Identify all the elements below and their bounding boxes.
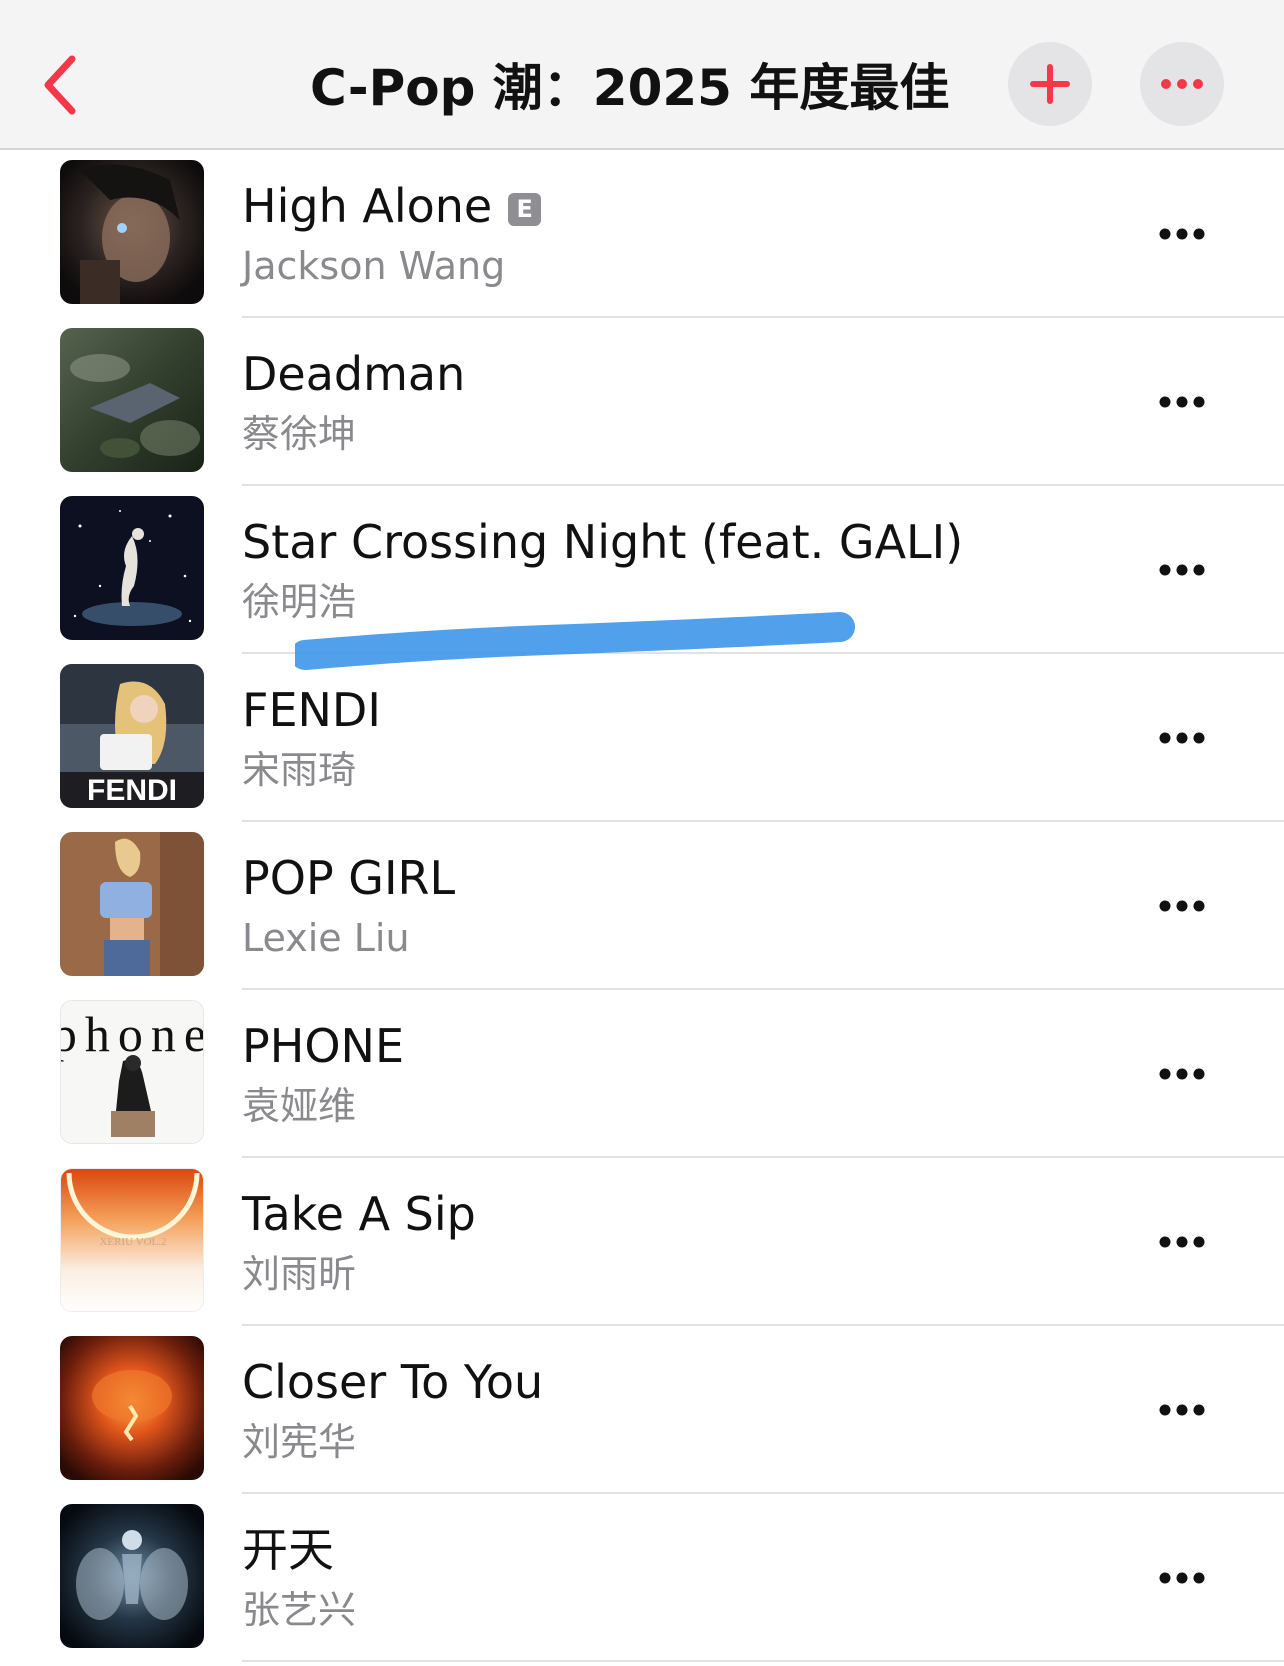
track-title: Deadman [242, 347, 466, 401]
track-artist: Jackson Wang [242, 244, 506, 288]
track-more-button[interactable] [1150, 884, 1214, 928]
artwork-label: phone [61, 1006, 204, 1062]
ellipsis-icon [1159, 1404, 1205, 1416]
track-title: 开天 [242, 1523, 334, 1577]
album-artwork [60, 160, 204, 304]
track-artist: 刘宪华 [242, 1420, 357, 1464]
track-title: Closer To You [242, 1355, 544, 1409]
plus-icon [1030, 64, 1070, 104]
ellipsis-icon [1159, 1236, 1205, 1248]
track-more-button[interactable] [1150, 1052, 1214, 1096]
album-artwork [60, 496, 204, 640]
track-more-button[interactable] [1150, 1556, 1214, 1600]
track-artist: 袁娅维 [242, 1084, 357, 1128]
track-row[interactable]: High Alone E Jackson Wang [0, 150, 1284, 318]
track-more-button[interactable] [1150, 1388, 1214, 1432]
track-title: Star Crossing Night (feat. GALI) [242, 515, 964, 569]
album-artwork: XERIU VOL.2 [60, 1168, 204, 1312]
navigation-bar: C-Pop 潮：2025 年度最佳 [0, 0, 1284, 150]
track-row[interactable]: Closer To You 刘宪华 [0, 1326, 1284, 1494]
row-divider [242, 1660, 1284, 1662]
track-more-button[interactable] [1150, 212, 1214, 256]
track-artist: 蔡徐坤 [242, 412, 357, 456]
track-row[interactable]: POP GIRL Lexie Liu [0, 822, 1284, 990]
track-title: High Alone E [242, 178, 542, 234]
track-artist: 张艺兴 [242, 1588, 357, 1632]
ellipsis-icon [1159, 732, 1205, 744]
playlist-title: C-Pop 潮：2025 年度最佳 [310, 59, 950, 117]
track-more-button[interactable] [1150, 548, 1214, 592]
track-row[interactable]: XERIU VOL.2 Take A Sip 刘雨昕 [0, 1158, 1284, 1326]
track-row[interactable]: phone PHONE 袁娅维 [0, 990, 1284, 1158]
ellipsis-icon [1159, 564, 1205, 576]
track-title: Take A Sip [242, 1187, 476, 1241]
ellipsis-icon [1159, 1068, 1205, 1080]
album-artwork [60, 832, 204, 976]
track-artist: 徐明浩 [242, 580, 357, 624]
ellipsis-icon [1161, 79, 1203, 89]
track-row[interactable]: FENDI FENDI 宋雨琦 [0, 654, 1284, 822]
ellipsis-icon [1159, 396, 1205, 408]
more-options-button[interactable] [1140, 42, 1224, 126]
back-button[interactable] [30, 40, 90, 130]
ellipsis-icon [1159, 1572, 1205, 1584]
ellipsis-icon [1159, 228, 1205, 240]
track-artist: 刘雨昕 [242, 1252, 357, 1296]
track-artist: Lexie Liu [242, 916, 410, 960]
artwork-label: FENDI [87, 774, 177, 807]
track-more-button[interactable] [1150, 1220, 1214, 1264]
artwork-label: XERIU VOL.2 [99, 1236, 166, 1248]
track-row[interactable]: 开天 张艺兴 [0, 1494, 1284, 1662]
album-artwork [60, 1504, 204, 1648]
track-row[interactable]: Star Crossing Night (feat. GALI) 徐明浩 [0, 486, 1284, 654]
track-list: High Alone E Jackson Wang Deadman 蔡徐坤 St… [0, 150, 1284, 1662]
ellipsis-icon [1159, 900, 1205, 912]
track-title: POP GIRL [242, 851, 456, 905]
album-artwork: FENDI [60, 664, 204, 808]
track-title: FENDI [242, 683, 381, 737]
track-title: PHONE [242, 1019, 405, 1073]
track-row[interactable]: Deadman 蔡徐坤 [0, 318, 1284, 486]
explicit-badge: E [508, 193, 542, 226]
album-artwork [60, 328, 204, 472]
track-more-button[interactable] [1150, 380, 1214, 424]
chevron-left-icon [44, 55, 76, 115]
track-more-button[interactable] [1150, 716, 1214, 760]
track-artist: 宋雨琦 [242, 748, 357, 792]
album-artwork [60, 1336, 204, 1480]
add-button[interactable] [1008, 42, 1092, 126]
album-artwork: phone [60, 1000, 204, 1144]
